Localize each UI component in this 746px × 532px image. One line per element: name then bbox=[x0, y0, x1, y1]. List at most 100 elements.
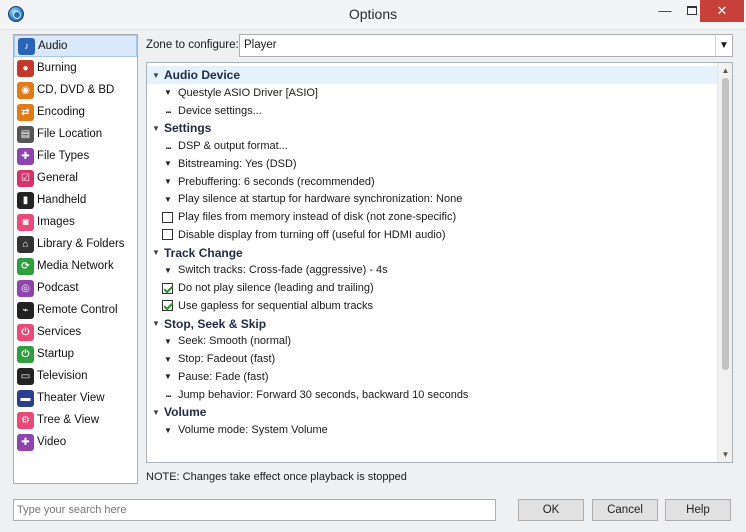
playback-note: NOTE: Changes take effect once playback … bbox=[146, 471, 407, 483]
handheld-icon: ▮ bbox=[17, 191, 34, 209]
sidebar-item[interactable]: ▬ Theater View bbox=[14, 387, 137, 409]
zone-selected-value: Player bbox=[244, 39, 277, 51]
checkbox-unchecked[interactable] bbox=[162, 211, 173, 223]
sidebar-item-label: Services bbox=[37, 326, 82, 338]
sidebar-item[interactable]: ▭ Television bbox=[14, 365, 137, 387]
vertical-scrollbar[interactable]: ▲ ▼ bbox=[717, 63, 732, 462]
collapse-icon[interactable]: ▼ bbox=[150, 319, 162, 328]
sidebar-item[interactable]: ◎ Podcast bbox=[14, 277, 137, 299]
tree-section-header[interactable]: ▼ Stop, Seek & Skip bbox=[147, 315, 266, 333]
option-label: Use gapless for sequential album tracks bbox=[178, 299, 374, 312]
chevron-down-icon: ▼ bbox=[164, 159, 172, 169]
sidebar-item-label: Images bbox=[37, 216, 75, 228]
tree-view-icon: ⚙ bbox=[17, 411, 34, 429]
podcast-icon: ◎ bbox=[17, 279, 34, 297]
tree-option-row[interactable]: Do not play silence (leading and trailin… bbox=[147, 279, 374, 297]
sidebar-item[interactable]: ▤ File Location bbox=[14, 123, 137, 145]
option-label: Volume mode: System Volume bbox=[178, 424, 328, 436]
sidebar-item[interactable]: ⌂ Library & Folders bbox=[14, 233, 137, 255]
option-label: Play silence at startup for hardware syn… bbox=[178, 193, 463, 206]
television-icon: ▭ bbox=[17, 367, 34, 385]
sidebar-item-label: CD, DVD & BD bbox=[37, 84, 115, 96]
option-label: Device settings... bbox=[178, 104, 262, 117]
section-title: Track Change bbox=[164, 245, 243, 260]
title-bar: Options — ✕ bbox=[0, 0, 746, 30]
video-icon: ✚ bbox=[17, 433, 34, 451]
file-location-icon: ▤ bbox=[17, 125, 34, 143]
ok-button[interactable]: OK bbox=[518, 499, 584, 521]
tree-option-row[interactable]: ... Device settings... bbox=[147, 102, 262, 120]
sidebar-item[interactable]: ☑ General bbox=[14, 167, 137, 189]
window-title: Options bbox=[348, 6, 398, 22]
sidebar-item-label: Remote Control bbox=[37, 304, 118, 316]
scroll-up-icon[interactable]: ▲ bbox=[718, 63, 733, 78]
tree-option-row[interactable]: Use gapless for sequential album tracks bbox=[147, 297, 373, 315]
sidebar-item[interactable]: ✚ File Types bbox=[14, 145, 137, 167]
option-label: Bitstreaming: Yes (DSD) bbox=[178, 157, 297, 170]
options-category-list[interactable]: ♪ Audio ● Burning ◉ CD, DVD & BD ⇄ Encoding ▤ Fil… bbox=[13, 34, 138, 484]
sidebar-item[interactable]: ♪ Audio bbox=[14, 35, 137, 57]
chevron-down-icon: ▼ bbox=[164, 88, 172, 98]
sidebar-item[interactable]: ◙ Images bbox=[14, 211, 137, 233]
sidebar-item[interactable]: ✚ Video bbox=[14, 431, 137, 453]
tree-option-row[interactable]: ▼ Play silence at startup for hardware sy… bbox=[147, 190, 462, 208]
sidebar-item[interactable]: ⌁ Remote Control bbox=[14, 299, 137, 321]
checkbox-unchecked[interactable] bbox=[162, 229, 173, 241]
collapse-icon[interactable]: ▼ bbox=[150, 408, 162, 417]
close-button[interactable]: ✕ bbox=[700, 0, 744, 22]
tree-option-row[interactable]: ▼ Prebuffering: 6 seconds (recommended) bbox=[147, 173, 375, 191]
settings-tree[interactable]: ▼ Audio Device ▼ Questyle ASIO Driver [ASIO… bbox=[146, 62, 733, 463]
scroll-thumb[interactable] bbox=[722, 78, 729, 370]
tree-section-header[interactable]: ▼ Track Change bbox=[147, 244, 243, 262]
tree-option-row[interactable]: ▼ Pause: Fade (fast) bbox=[147, 368, 268, 386]
tree-option-row[interactable]: ... Jump behavior: Forward 30 seconds, ba… bbox=[147, 386, 468, 404]
tree-option-row[interactable]: ▼ Bitstreaming: Yes (DSD) bbox=[147, 155, 297, 173]
tree-option-row[interactable]: ▼ Stop: Fadeout (fast) bbox=[147, 350, 275, 368]
option-label: Prebuffering: 6 seconds (recommended) bbox=[178, 175, 375, 188]
tree-section-header[interactable]: ▼ Volume bbox=[147, 403, 206, 421]
tree-option-row[interactable]: Disable display from turning off (useful… bbox=[147, 226, 446, 244]
tree-option-row[interactable]: ▼ Seek: Smooth (normal) bbox=[147, 332, 291, 350]
chevron-down-icon[interactable]: ▼ bbox=[715, 35, 732, 56]
checkbox-checked[interactable] bbox=[162, 282, 173, 294]
power-icon: ⏻ bbox=[17, 345, 34, 363]
sidebar-item[interactable]: ⚙ Tree & View bbox=[14, 409, 137, 431]
sidebar-item-label: Encoding bbox=[37, 106, 85, 118]
sidebar-item[interactable]: ⟳ Media Network bbox=[14, 255, 137, 277]
chevron-down-icon: ▼ bbox=[164, 194, 172, 204]
scroll-down-icon[interactable]: ▼ bbox=[718, 447, 733, 462]
collapse-icon[interactable]: ▼ bbox=[150, 71, 162, 80]
tree-section-header[interactable]: ▼ Audio Device bbox=[147, 66, 717, 84]
option-label: Seek: Smooth (normal) bbox=[178, 335, 292, 348]
tree-option-row[interactable]: ... DSP & output format... bbox=[147, 137, 288, 155]
collapse-icon[interactable]: ▼ bbox=[150, 124, 162, 133]
tree-option-row[interactable]: ▼ Questyle ASIO Driver [ASIO] bbox=[147, 84, 318, 102]
checkbox-checked[interactable] bbox=[162, 300, 173, 312]
help-button[interactable]: Help bbox=[665, 499, 731, 521]
sidebar-item[interactable]: ▮ Handheld bbox=[14, 189, 137, 211]
tree-option-row[interactable]: ▼ Volume mode: System Volume bbox=[147, 421, 328, 439]
option-label: Disable display from turning off (useful… bbox=[178, 228, 446, 241]
ellipsis-icon: ... bbox=[165, 140, 171, 152]
sidebar-item[interactable]: ● Burning bbox=[14, 57, 137, 79]
sidebar-item[interactable]: ⇄ Encoding bbox=[14, 101, 137, 123]
sidebar-item[interactable]: ⏻ Services bbox=[14, 321, 137, 343]
chevron-down-icon: ▼ bbox=[164, 265, 172, 275]
maximize-icon bbox=[687, 6, 697, 15]
collapse-icon[interactable]: ▼ bbox=[150, 248, 162, 257]
minimize-button[interactable]: — bbox=[650, 0, 680, 22]
cancel-button[interactable]: Cancel bbox=[592, 499, 658, 521]
chevron-down-icon: ▼ bbox=[164, 354, 172, 364]
search-input[interactable] bbox=[13, 499, 496, 521]
tree-option-row[interactable]: ▼ Switch tracks: Cross-fade (aggressive) … bbox=[147, 261, 388, 279]
sidebar-item-label: Tree & View bbox=[37, 414, 99, 426]
tree-section-header[interactable]: ▼ Settings bbox=[147, 119, 211, 137]
tree-option-row[interactable]: Play files from memory instead of disk (… bbox=[147, 208, 456, 226]
ellipsis-icon: ... bbox=[165, 105, 171, 116]
option-label: Do not play silence (leading and trailin… bbox=[178, 282, 374, 294]
sidebar-item-label: Startup bbox=[37, 348, 75, 360]
sidebar-item[interactable]: ⏻ Startup bbox=[14, 343, 137, 365]
sidebar-item[interactable]: ◉ CD, DVD & BD bbox=[14, 79, 137, 101]
chevron-down-icon: ▼ bbox=[164, 336, 172, 346]
zone-select[interactable]: Player ▼ bbox=[239, 34, 733, 57]
